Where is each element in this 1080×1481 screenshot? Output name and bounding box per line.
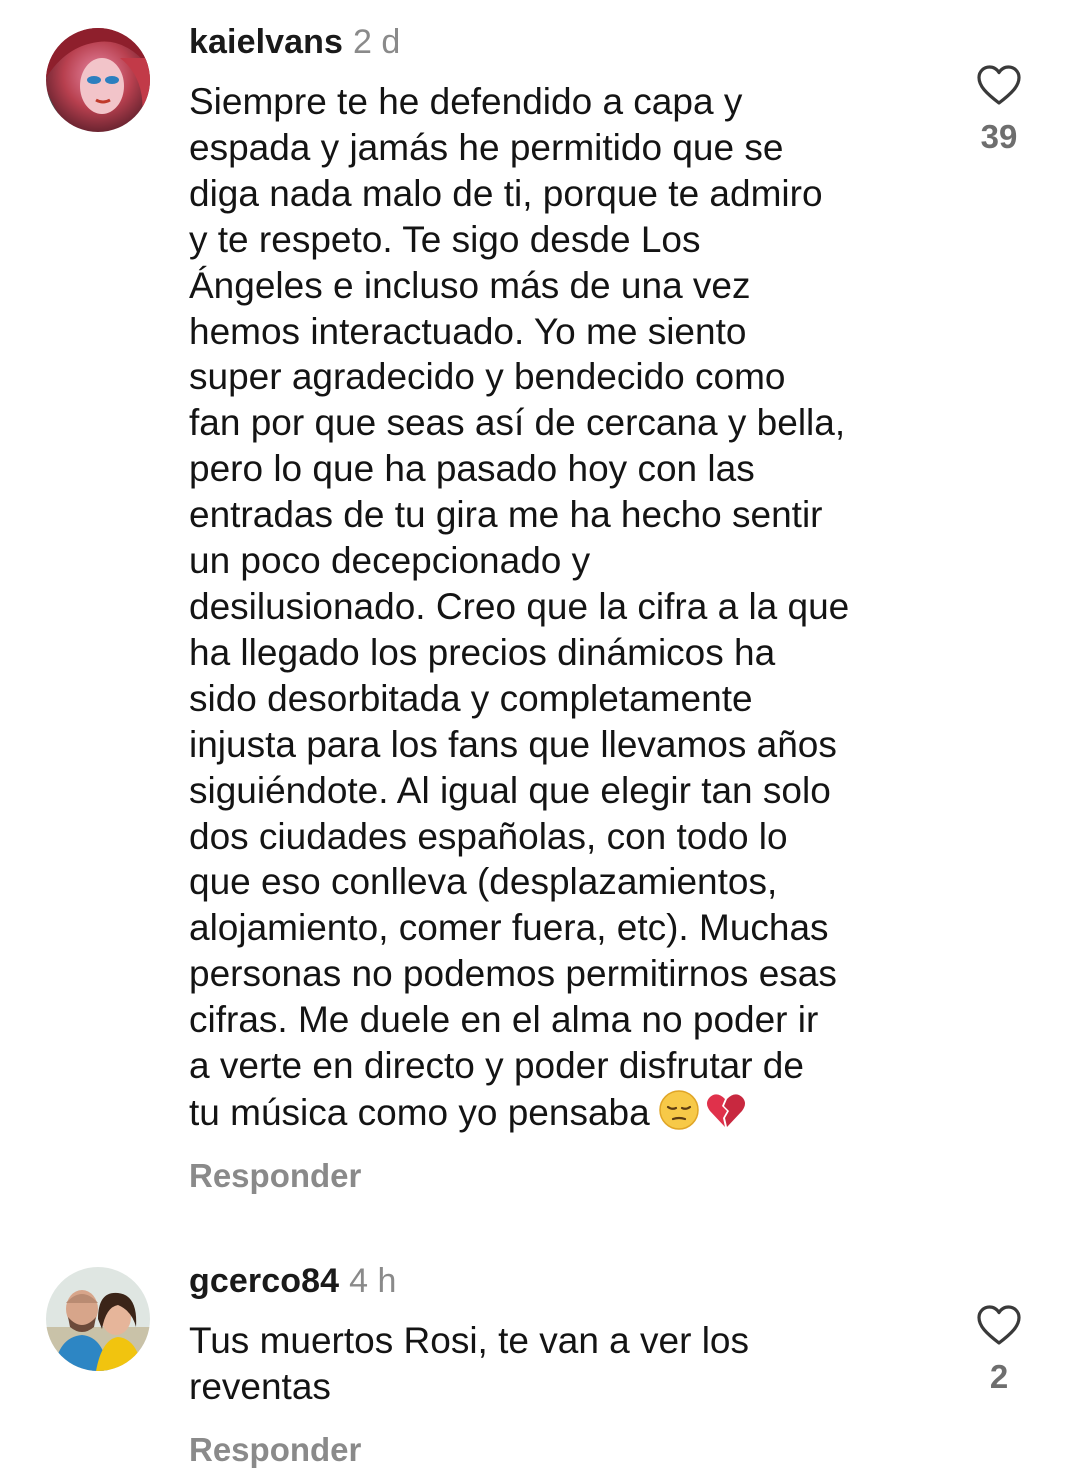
comment-meta: kaielvans 2 d (189, 18, 949, 66)
comment-body: kaielvans 2 d Siempre te he defendido a c… (189, 18, 949, 1195)
like-count: 39 (980, 118, 1018, 155)
comment-body: gcerco84 4 h Tus muertos Rosi, te van a v… (189, 1257, 949, 1469)
timestamp: 4 h (349, 1262, 397, 1300)
comment-item: gcerco84 4 h Tus muertos Rosi, te van a v… (0, 1240, 1080, 1481)
pensive-face-emoji-icon (658, 1090, 699, 1130)
reply-button[interactable]: Responder (189, 1431, 361, 1469)
like-control: 2 (964, 1304, 1034, 1396)
heart-outline-icon[interactable] (976, 64, 1022, 106)
avatar[interactable] (46, 1267, 150, 1371)
comment-text: Tus muertos Rosi, te van a ver los reven… (189, 1320, 750, 1407)
avatar-image (46, 1267, 150, 1371)
avatar-image (46, 28, 150, 132)
comment-text-content: Siempre te he defendido a capa y espada … (189, 81, 850, 1133)
comment-meta: gcerco84 4 h (189, 1257, 949, 1305)
comment-text: Siempre te he defendido a capa y espada … (189, 79, 949, 1136)
username[interactable]: kaielvans (189, 23, 343, 61)
like-control: 39 (964, 64, 1034, 156)
comment-item: kaielvans 2 d Siempre te he defendido a c… (0, 0, 1080, 1220)
username[interactable]: gcerco84 (189, 1262, 339, 1300)
reply-button[interactable]: Responder (189, 1157, 361, 1195)
like-count: 2 (989, 1358, 1009, 1395)
broken-heart-emoji-icon (706, 1094, 745, 1127)
heart-outline-icon[interactable] (976, 1304, 1022, 1346)
avatar[interactable] (46, 28, 150, 132)
timestamp: 2 d (353, 23, 401, 61)
